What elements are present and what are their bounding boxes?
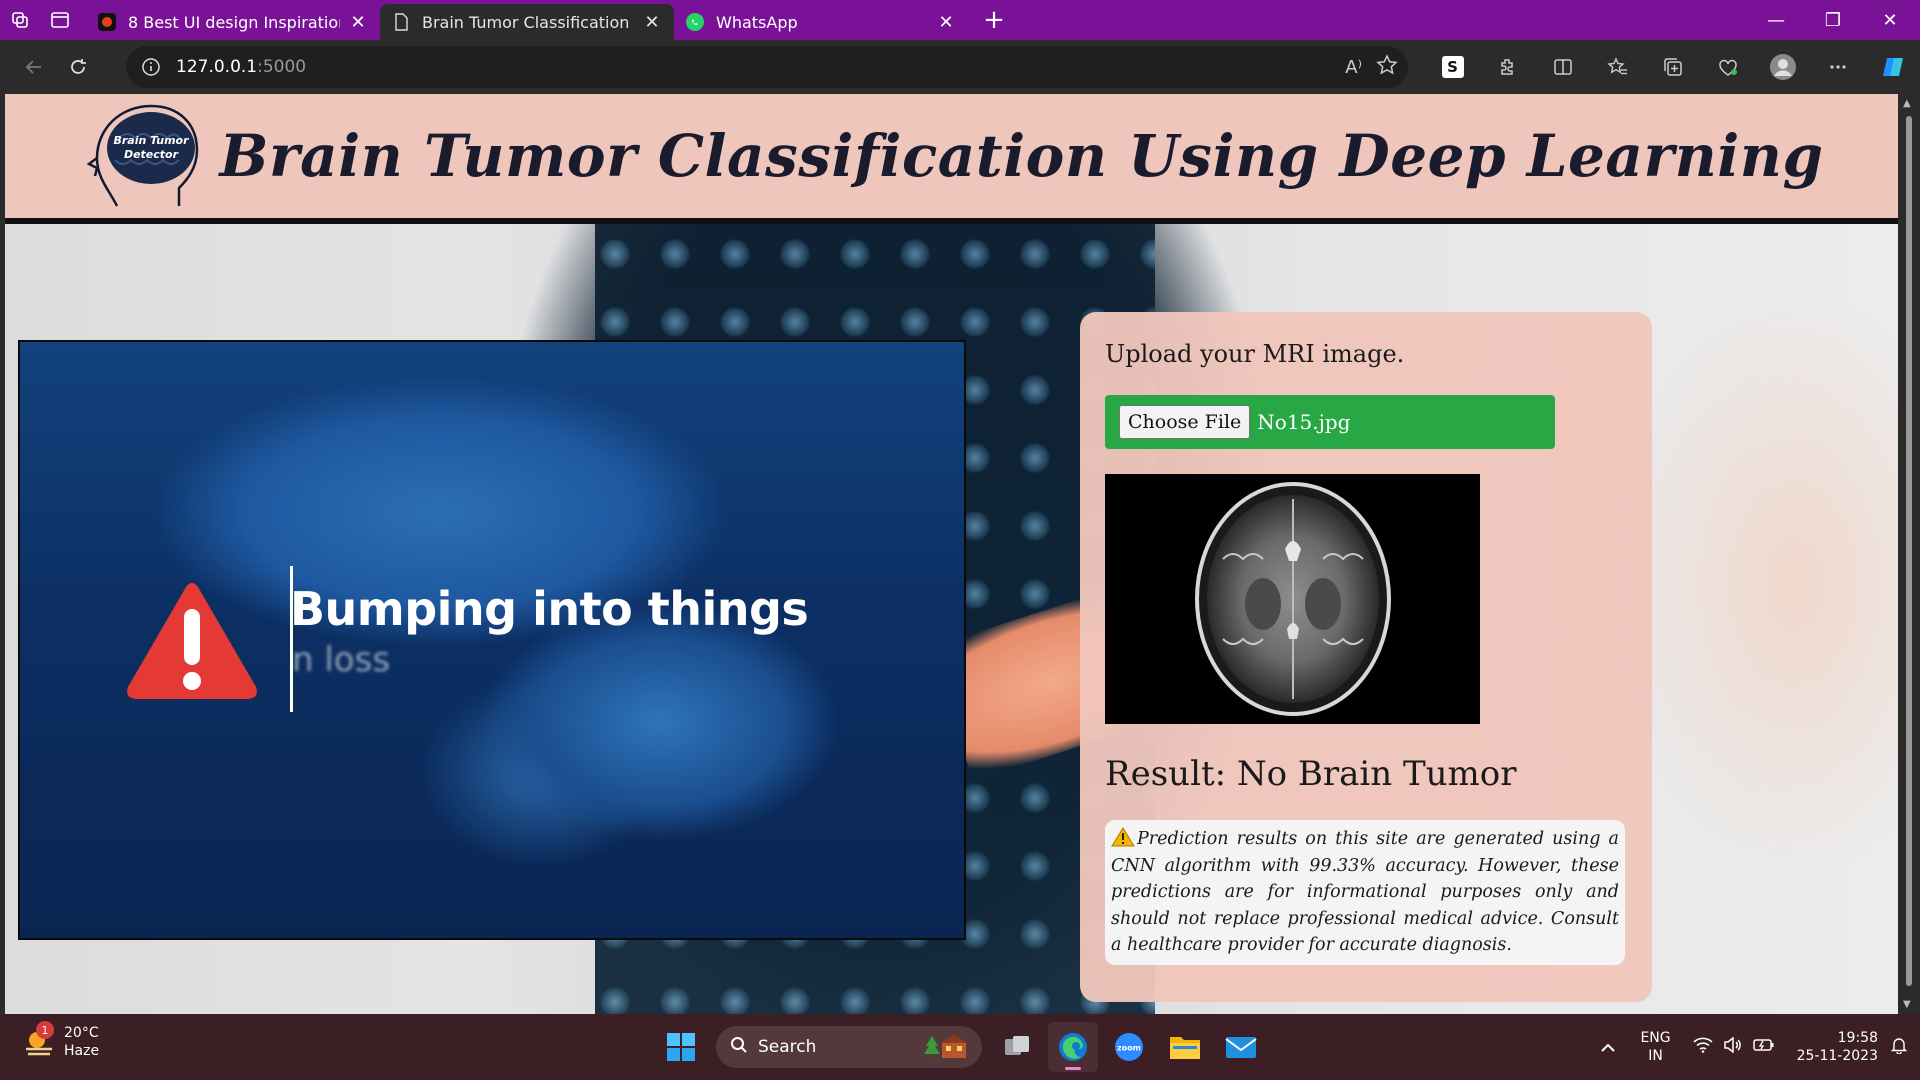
new-tab-button[interactable]: + bbox=[976, 2, 1012, 38]
extensions-icon[interactable] bbox=[1480, 45, 1535, 89]
clock[interactable]: 19:58 25-11-2023 bbox=[1797, 1029, 1878, 1065]
edge-icon[interactable] bbox=[1048, 1022, 1098, 1072]
page-document-icon bbox=[392, 13, 410, 31]
profile-icon[interactable] bbox=[1755, 45, 1810, 89]
weather-widget[interactable]: 1 20°C Haze bbox=[22, 1021, 100, 1060]
tab-ui-inspiration[interactable]: 8 Best UI design Inspiration Sites ✕ bbox=[86, 4, 380, 40]
tab-whatsapp[interactable]: WhatsApp ✕ bbox=[674, 4, 968, 40]
taskbar-apps: Search zoom bbox=[656, 1022, 1266, 1072]
start-icon[interactable] bbox=[656, 1022, 706, 1072]
restore-button[interactable]: ❐ bbox=[1805, 0, 1861, 40]
video-caption: Bumping into things bbox=[290, 582, 809, 636]
language-indicator[interactable]: ENG IN bbox=[1640, 1029, 1670, 1065]
tab-title: Brain Tumor Classification Using bbox=[422, 12, 634, 32]
file-input[interactable]: Choose File No15.jpg bbox=[1105, 395, 1555, 449]
extension-s-icon[interactable]: S bbox=[1425, 45, 1480, 89]
tab-brain-tumor[interactable]: Brain Tumor Classification Using ✕ bbox=[380, 4, 674, 40]
volume-icon bbox=[1723, 1036, 1743, 1057]
site-info-icon[interactable] bbox=[126, 57, 176, 77]
tab-close-icon[interactable]: ✕ bbox=[642, 12, 662, 33]
search-icon bbox=[730, 1036, 748, 1059]
address-bar[interactable]: 127.0.0.1:5000 A⁾ bbox=[126, 46, 1408, 88]
workspaces-icon[interactable] bbox=[0, 0, 40, 40]
choose-file-button[interactable]: Choose File bbox=[1119, 405, 1251, 439]
zoom-icon[interactable]: zoom bbox=[1104, 1022, 1154, 1072]
system-icons[interactable] bbox=[1693, 1036, 1775, 1057]
url-port: :5000 bbox=[257, 57, 307, 77]
upload-panel: Upload your MRI image. Choose File No15.… bbox=[1080, 312, 1652, 1002]
brain-tumor-detector-logo: Brain Tumor Detector bbox=[87, 104, 199, 207]
prediction-result: Result: No Brain Tumor bbox=[1105, 754, 1517, 794]
favorite-star-icon[interactable] bbox=[1376, 53, 1398, 81]
upload-label: Upload your MRI image. bbox=[1105, 340, 1405, 368]
weather-condition: Haze bbox=[64, 1043, 100, 1059]
symptom-video[interactable]: Bumping into things n loss bbox=[18, 340, 966, 940]
tab-close-icon[interactable]: ✕ bbox=[936, 12, 956, 33]
file-explorer-icon[interactable] bbox=[1160, 1022, 1210, 1072]
selected-file-name: No15.jpg bbox=[1257, 410, 1351, 434]
whatsapp-icon bbox=[686, 13, 704, 31]
browser-toolbar: 127.0.0.1:5000 A⁾ S bbox=[0, 40, 1920, 94]
zoom-label: zoom bbox=[1117, 1044, 1141, 1053]
more-icon[interactable] bbox=[1810, 45, 1865, 89]
page-viewport: Brain Tumor Detector Brain Tumor Classif… bbox=[5, 94, 1898, 1014]
disclaimer-text: Prediction results on this site are gene… bbox=[1111, 829, 1619, 955]
copilot-icon[interactable] bbox=[1865, 45, 1920, 89]
video-subcaption: n loss bbox=[292, 640, 391, 680]
warning-emoji-icon bbox=[1111, 827, 1135, 847]
favorites-icon[interactable] bbox=[1590, 45, 1645, 89]
search-highlight-icon bbox=[924, 1034, 970, 1065]
logo-text-line1: Brain Tumor bbox=[114, 134, 190, 147]
browser-essentials-icon[interactable] bbox=[1700, 45, 1755, 89]
clock-time: 19:58 bbox=[1837, 1030, 1878, 1046]
read-aloud-icon[interactable]: A⁾ bbox=[1345, 57, 1362, 78]
mail-icon[interactable] bbox=[1216, 1022, 1266, 1072]
page-title: Brain Tumor Classification Using Deep Le… bbox=[219, 122, 1824, 190]
toolbar-right: S bbox=[1425, 40, 1920, 94]
lang-line1: ENG bbox=[1640, 1030, 1671, 1046]
battery-icon bbox=[1752, 1037, 1775, 1057]
scroll-up-icon[interactable]: ▲ bbox=[1903, 98, 1911, 109]
collections-icon[interactable] bbox=[1645, 45, 1700, 89]
wifi-icon bbox=[1693, 1037, 1713, 1057]
weather-temp: 20°C bbox=[64, 1025, 99, 1041]
url-host: 127.0.0.1 bbox=[176, 57, 258, 77]
logo-text-line2: Detector bbox=[124, 148, 179, 161]
weather-badge: 1 bbox=[36, 1021, 54, 1039]
scrollbar-thumb[interactable] bbox=[1906, 116, 1912, 986]
windows-taskbar: 1 20°C Haze Search zoom ENG IN 19:58 25-… bbox=[0, 1014, 1920, 1080]
back-icon[interactable] bbox=[12, 45, 56, 89]
chevron-up-icon[interactable] bbox=[1600, 1038, 1616, 1057]
refresh-icon[interactable] bbox=[56, 45, 100, 89]
search-placeholder: Search bbox=[758, 1037, 817, 1057]
split-screen-icon[interactable] bbox=[1535, 45, 1590, 89]
taskbar-search-input[interactable]: Search bbox=[716, 1026, 982, 1068]
tab-title: 8 Best UI design Inspiration Sites bbox=[128, 12, 340, 32]
tab-title: WhatsApp bbox=[716, 12, 798, 32]
clock-date: 25-11-2023 bbox=[1796, 1048, 1878, 1064]
site-header: Brain Tumor Detector Brain Tumor Classif… bbox=[5, 94, 1898, 218]
task-view-icon[interactable] bbox=[992, 1022, 1042, 1072]
warning-triangle-icon bbox=[127, 583, 257, 699]
system-tray: ENG IN 19:58 25-11-2023 bbox=[1600, 1014, 1920, 1080]
notification-icon[interactable] bbox=[1890, 1036, 1908, 1058]
disclaimer-box: Prediction results on this site are gene… bbox=[1105, 820, 1625, 965]
tab-strip: 8 Best UI design Inspiration Sites ✕ Bra… bbox=[0, 0, 1920, 40]
tab-close-icon[interactable]: ✕ bbox=[348, 12, 368, 33]
scroll-down-icon[interactable]: ▼ bbox=[1903, 999, 1911, 1010]
tab-favicon-icon bbox=[98, 13, 116, 31]
lang-line2: IN bbox=[1648, 1048, 1663, 1064]
tab-actions-icon[interactable] bbox=[40, 0, 80, 40]
minimize-button[interactable]: — bbox=[1748, 0, 1804, 40]
page-scrollbar[interactable]: ▲ ▼ bbox=[1898, 94, 1920, 1014]
weather-haze-icon: 1 bbox=[22, 1021, 56, 1059]
window-close-button[interactable]: ✕ bbox=[1862, 0, 1918, 40]
mri-preview-image bbox=[1105, 474, 1480, 724]
